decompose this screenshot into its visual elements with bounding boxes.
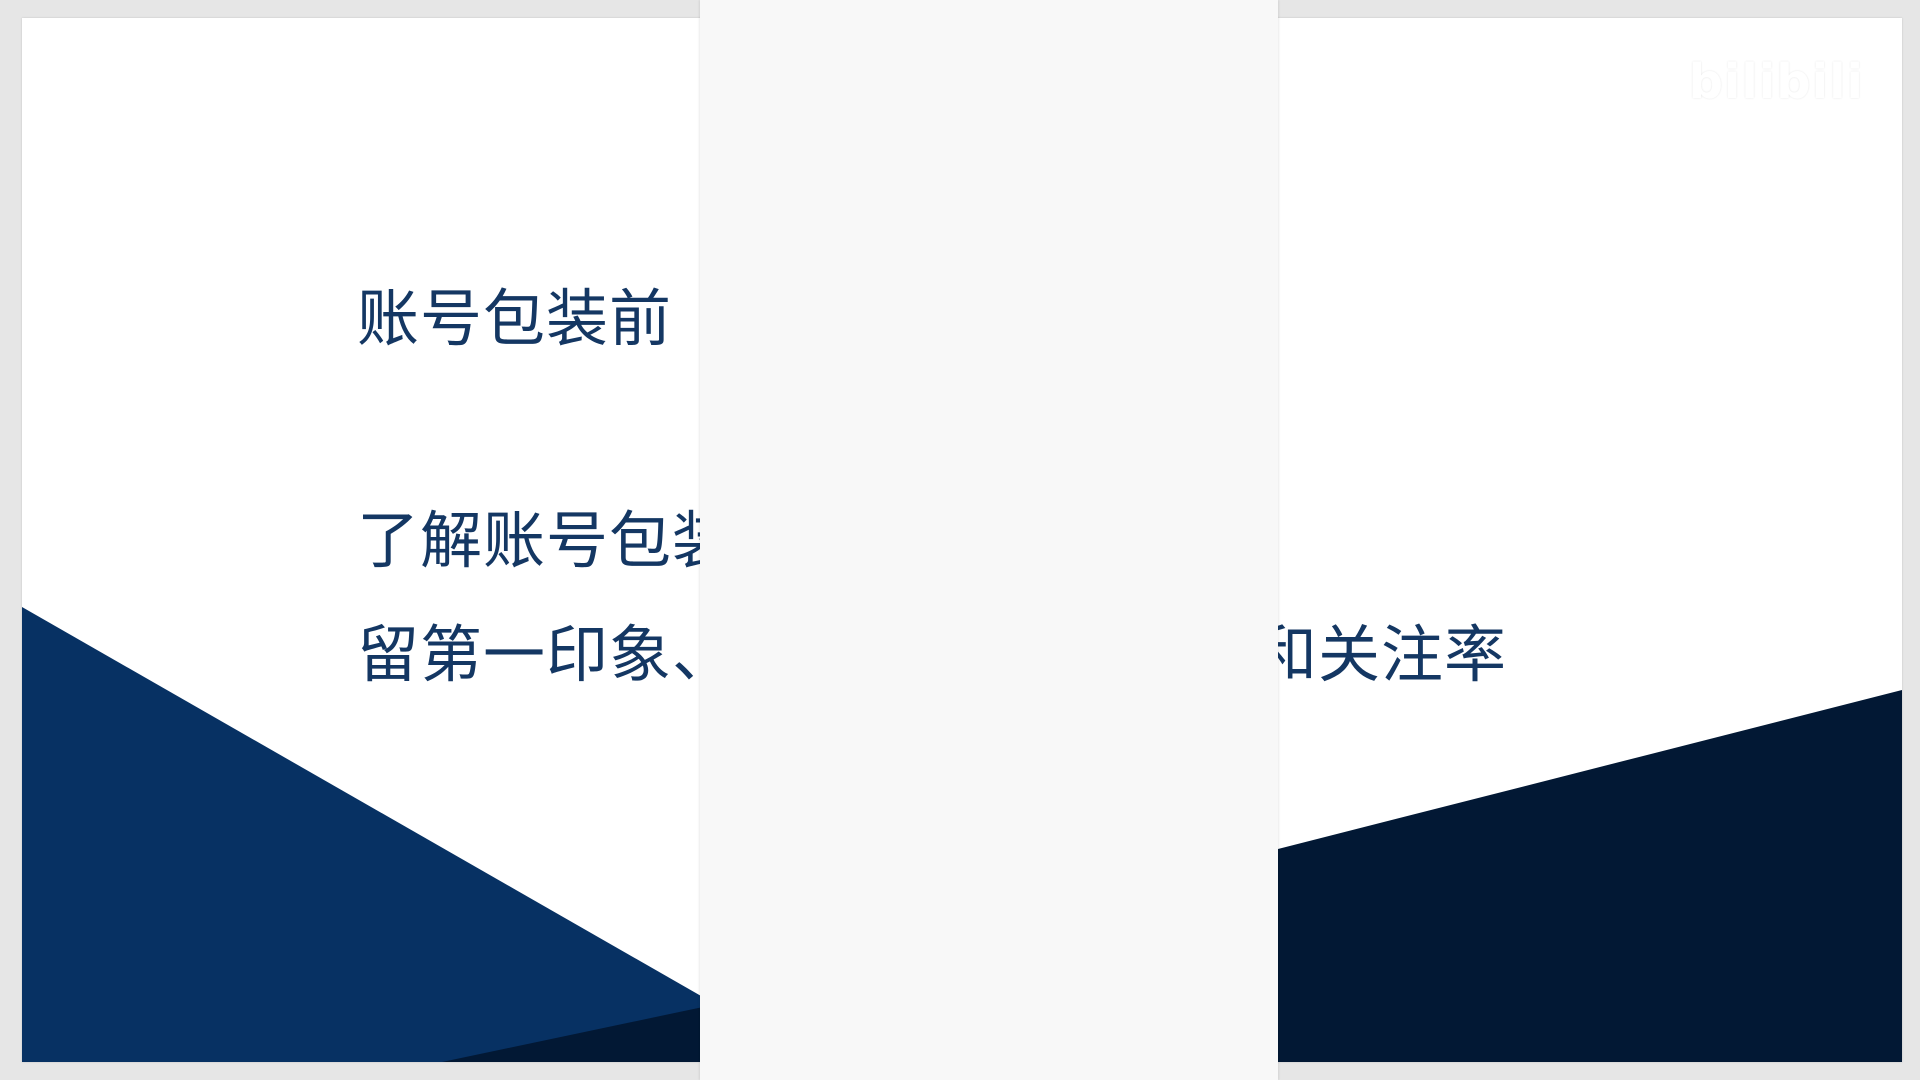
slide-line-2-head: 留第一印象、 [357,618,736,691]
overlay-white-panel [700,0,1278,1080]
slide-line-1: 了解账号包装 [357,504,736,577]
slide-line-2-tail: 和关注率 [1255,618,1508,691]
right-dark-wedge [1278,690,1902,1062]
slide-title: 账号包装前 [357,282,673,355]
screen: 账号包装前 了解账号包装 留第一印象、 和关注率 bilibili [0,0,1920,1080]
bilibili-watermark-logo: bilibili [1688,54,1864,110]
